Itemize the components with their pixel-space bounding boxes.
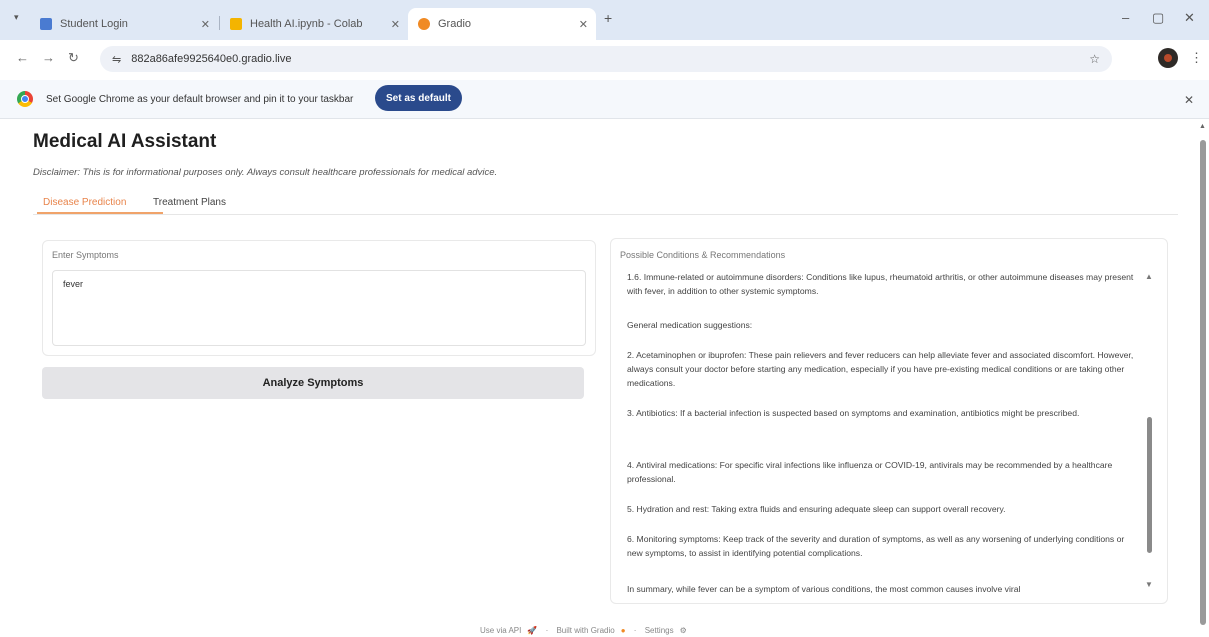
built-with-gradio-link[interactable]: Built with Gradio (556, 626, 614, 635)
output-paragraph: 6. Monitoring symptoms: Keep track of th… (627, 534, 1125, 558)
infobar-message: Set Google Chrome as your default browse… (46, 94, 354, 105)
browser-tab-colab[interactable]: Health AI.ipynb - Colab ✕ (220, 8, 408, 40)
output-paragraph: 1.6. Immune-related or autoimmune disord… (627, 272, 1134, 296)
tab-search-icon[interactable]: ▾ (14, 12, 19, 23)
browser-menu-icon[interactable]: ⋮ (1190, 50, 1203, 66)
disclaimer-text: Disclaimer: This is for informational pu… (33, 167, 498, 178)
settings-link[interactable]: Settings (645, 626, 674, 635)
tab-treatment-plans[interactable]: Treatment Plans (153, 197, 226, 208)
close-window-icon[interactable]: ✕ (1184, 10, 1195, 26)
tab-title: Student Login (60, 18, 128, 30)
analyze-symptoms-button[interactable]: Analyze Symptoms (42, 367, 584, 399)
output-scroll-up-icon[interactable]: ▲ (1145, 272, 1153, 281)
url-text: 882a86afe9925640e0.gradio.live (131, 53, 292, 65)
reload-icon[interactable]: ↻ (68, 50, 79, 66)
output-paragraph: 3. Antibiotics: If a bacterial infection… (627, 408, 1080, 418)
footer-dot: · (545, 626, 549, 635)
back-icon[interactable]: ← (16, 50, 29, 65)
footer-dot: · (633, 626, 637, 635)
tab-favicon-icon (230, 18, 242, 30)
output-scroll-down-icon[interactable]: ▼ (1145, 580, 1153, 589)
profile-avatar[interactable] (1158, 48, 1178, 68)
gear-icon: ⚙ (679, 626, 687, 635)
output-textarea[interactable]: 1.6. Immune-related or autoimmune disord… (619, 265, 1160, 599)
gradio-footer: Use via API 🚀 · Built with Gradio ● · Sett… (480, 626, 693, 635)
use-via-api-link[interactable]: Use via API (480, 626, 521, 635)
output-scrollbar[interactable] (1147, 417, 1152, 553)
symptoms-textarea[interactable]: fever (52, 270, 586, 346)
tab-favicon-icon (418, 18, 430, 30)
site-settings-icon[interactable]: ⇋ (112, 53, 121, 66)
bookmark-star-icon[interactable]: ☆ (1089, 52, 1100, 66)
output-paragraph: 5. Hydration and rest: Taking extra flui… (627, 504, 1006, 514)
close-tab-icon[interactable]: ✕ (391, 18, 400, 31)
chrome-logo-icon (17, 91, 33, 107)
close-tab-icon[interactable]: ✕ (579, 18, 588, 31)
output-paragraph: 2. Acetaminophen or ibuprofen: These pai… (627, 350, 1134, 388)
tab-favicon-icon (40, 18, 52, 30)
rocket-icon: 🚀 (527, 626, 538, 635)
browser-tab-gradio[interactable]: Gradio ✕ (408, 8, 596, 40)
output-label: Possible Conditions & Recommendations (620, 250, 786, 260)
close-tab-icon[interactable]: ✕ (201, 18, 210, 31)
page-title: Medical AI Assistant (33, 131, 217, 152)
infobar-close-icon[interactable]: ✕ (1184, 93, 1194, 107)
output-paragraph: 4. Antiviral medications: For specific v… (627, 460, 1113, 484)
browser-tab-strip: ▾ Student Login ✕ Health AI.ipynb - Cola… (0, 0, 1209, 40)
symptoms-label: Enter Symptoms (52, 250, 119, 260)
tab-disease-prediction[interactable]: Disease Prediction (43, 197, 126, 208)
output-paragraph: In summary, while fever can be a symptom… (627, 584, 1021, 594)
address-bar[interactable]: ⇋ 882a86afe9925640e0.gradio.live ☆ (100, 46, 1112, 72)
active-tab-indicator (37, 212, 163, 214)
browser-tab-student-login[interactable]: Student Login ✕ (30, 8, 218, 40)
output-paragraph: General medication suggestions: (627, 320, 753, 330)
new-tab-icon[interactable]: + (604, 10, 612, 26)
page-scroll-up-icon[interactable]: ▲ (1199, 123, 1206, 130)
tab-title: Health AI.ipynb - Colab (250, 18, 363, 30)
forward-icon[interactable]: → (42, 50, 55, 65)
set-as-default-button[interactable]: Set as default (375, 85, 462, 111)
app-tabs: Disease Prediction Treatment Plans (33, 195, 1178, 215)
tab-title: Gradio (438, 18, 472, 30)
gradio-logo-icon: ● (620, 626, 626, 635)
page-scrollbar[interactable] (1200, 140, 1206, 625)
minimize-icon[interactable]: – (1122, 10, 1129, 25)
maximize-icon[interactable]: ▢ (1152, 10, 1164, 26)
